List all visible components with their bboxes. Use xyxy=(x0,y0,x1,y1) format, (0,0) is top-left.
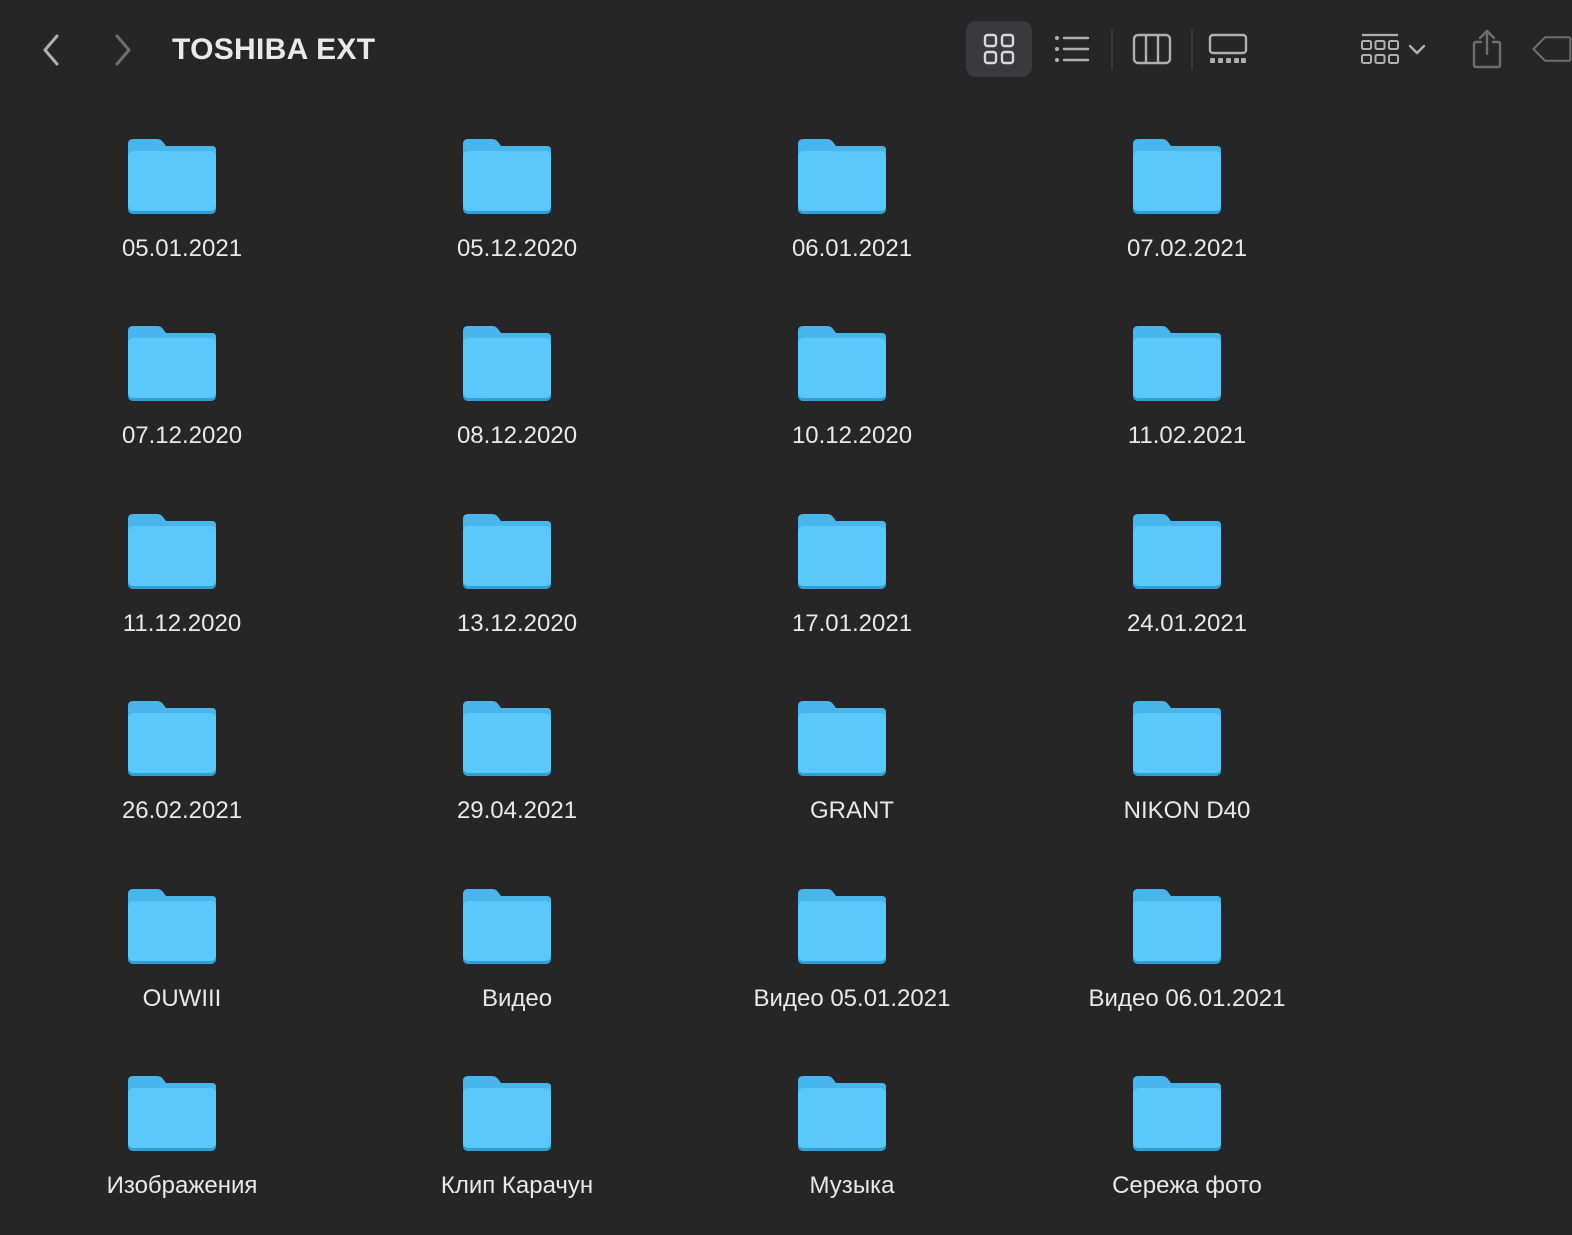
folder-item[interactable]: 10.12.2020 xyxy=(684,325,984,485)
folder-icon xyxy=(128,514,216,589)
folder-label: Видео 05.01.2021 xyxy=(753,985,951,1012)
folder-label: 05.12.2020 xyxy=(456,235,578,262)
folder-icon xyxy=(1133,326,1221,401)
folder-item[interactable]: 05.12.2020 xyxy=(349,138,649,298)
folder-icon xyxy=(798,139,886,214)
folder-label: 13.12.2020 xyxy=(456,610,578,637)
folder-item[interactable]: 17.01.2021 xyxy=(684,513,984,673)
folder-item[interactable]: 08.12.2020 xyxy=(349,325,649,485)
folder-label: 11.02.2021 xyxy=(1127,422,1247,449)
folder-label: 29.04.2021 xyxy=(456,797,578,824)
folder-label: Изображения xyxy=(106,1172,258,1199)
share-icon xyxy=(1472,29,1502,69)
folder-icon xyxy=(463,701,551,776)
folder-icon xyxy=(463,139,551,214)
tag-icon xyxy=(1532,36,1572,62)
folder-icon xyxy=(1133,514,1221,589)
folder-item[interactable]: 07.12.2020 xyxy=(14,325,314,485)
folder-item[interactable]: Видео 05.01.2021 xyxy=(684,888,984,1048)
folder-label: Сережа фото xyxy=(1112,1172,1262,1199)
folder-icon xyxy=(798,514,886,589)
folder-icon xyxy=(128,1076,216,1151)
folder-icon xyxy=(463,1076,551,1151)
folder-icon xyxy=(463,326,551,401)
folder-item[interactable]: GRANT xyxy=(684,700,984,860)
folder-icon xyxy=(1133,1076,1221,1151)
folder-item[interactable]: 11.12.2020 xyxy=(14,513,314,673)
folder-label: 26.02.2021 xyxy=(121,797,243,824)
folder-item[interactable]: OUWIII xyxy=(14,888,314,1048)
folder-item[interactable]: 24.01.2021 xyxy=(1019,513,1319,673)
folder-label: GRANT xyxy=(810,797,894,824)
folder-icon xyxy=(798,1076,886,1151)
folder-label: NIKON D40 xyxy=(1123,797,1251,824)
tag-button[interactable] xyxy=(1530,21,1572,77)
folder-icon xyxy=(128,326,216,401)
folder-label: 05.01.2021 xyxy=(121,235,243,262)
folder-label: 07.12.2020 xyxy=(121,422,243,449)
folder-item[interactable]: 07.02.2021 xyxy=(1019,138,1319,298)
folder-icon xyxy=(1133,139,1221,214)
folder-item[interactable]: Видео xyxy=(349,888,649,1048)
folder-item[interactable]: NIKON D40 xyxy=(1019,700,1319,860)
folder-label: Музыка xyxy=(809,1172,895,1199)
folder-icon xyxy=(128,139,216,214)
folder-item[interactable]: 06.01.2021 xyxy=(684,138,984,298)
folder-item[interactable]: 13.12.2020 xyxy=(349,513,649,673)
folder-label: 08.12.2020 xyxy=(456,422,578,449)
folder-icon xyxy=(798,326,886,401)
folder-item[interactable]: 05.01.2021 xyxy=(14,138,314,298)
folder-label: OUWIII xyxy=(142,985,222,1012)
folder-item[interactable]: 29.04.2021 xyxy=(349,700,649,860)
folder-item[interactable]: 11.02.2021 xyxy=(1019,325,1319,485)
folder-label: Видео 06.01.2021 xyxy=(1088,985,1286,1012)
folder-item[interactable]: Изображения xyxy=(14,1075,314,1235)
folder-item[interactable]: 26.02.2021 xyxy=(14,700,314,860)
folder-item[interactable]: Видео 06.01.2021 xyxy=(1019,888,1319,1048)
folder-icon xyxy=(128,701,216,776)
folder-label: 11.12.2020 xyxy=(122,610,242,637)
folder-label: 06.01.2021 xyxy=(791,235,913,262)
share-button[interactable] xyxy=(1462,21,1512,77)
folder-label: 10.12.2020 xyxy=(791,422,913,449)
folder-icon xyxy=(463,514,551,589)
folder-icon xyxy=(798,889,886,964)
folder-item[interactable]: Клип Карачун xyxy=(349,1075,649,1235)
folder-label: Клип Карачун xyxy=(440,1172,594,1199)
folder-label: 24.01.2021 xyxy=(1126,610,1248,637)
folder-item[interactable]: Сережа фото xyxy=(1019,1075,1319,1235)
folder-icon xyxy=(798,701,886,776)
folder-item[interactable]: Музыка xyxy=(684,1075,984,1235)
folder-icon xyxy=(1133,889,1221,964)
folder-label: 17.01.2021 xyxy=(791,610,913,637)
folder-icon xyxy=(463,889,551,964)
folder-grid: 05.01.2021 05.12.2020 06.01.2021 07.02.2021… xyxy=(14,0,1414,1212)
folder-icon xyxy=(128,889,216,964)
folder-label: 07.02.2021 xyxy=(1126,235,1248,262)
folder-icon xyxy=(1133,701,1221,776)
folder-label: Видео xyxy=(481,985,553,1012)
